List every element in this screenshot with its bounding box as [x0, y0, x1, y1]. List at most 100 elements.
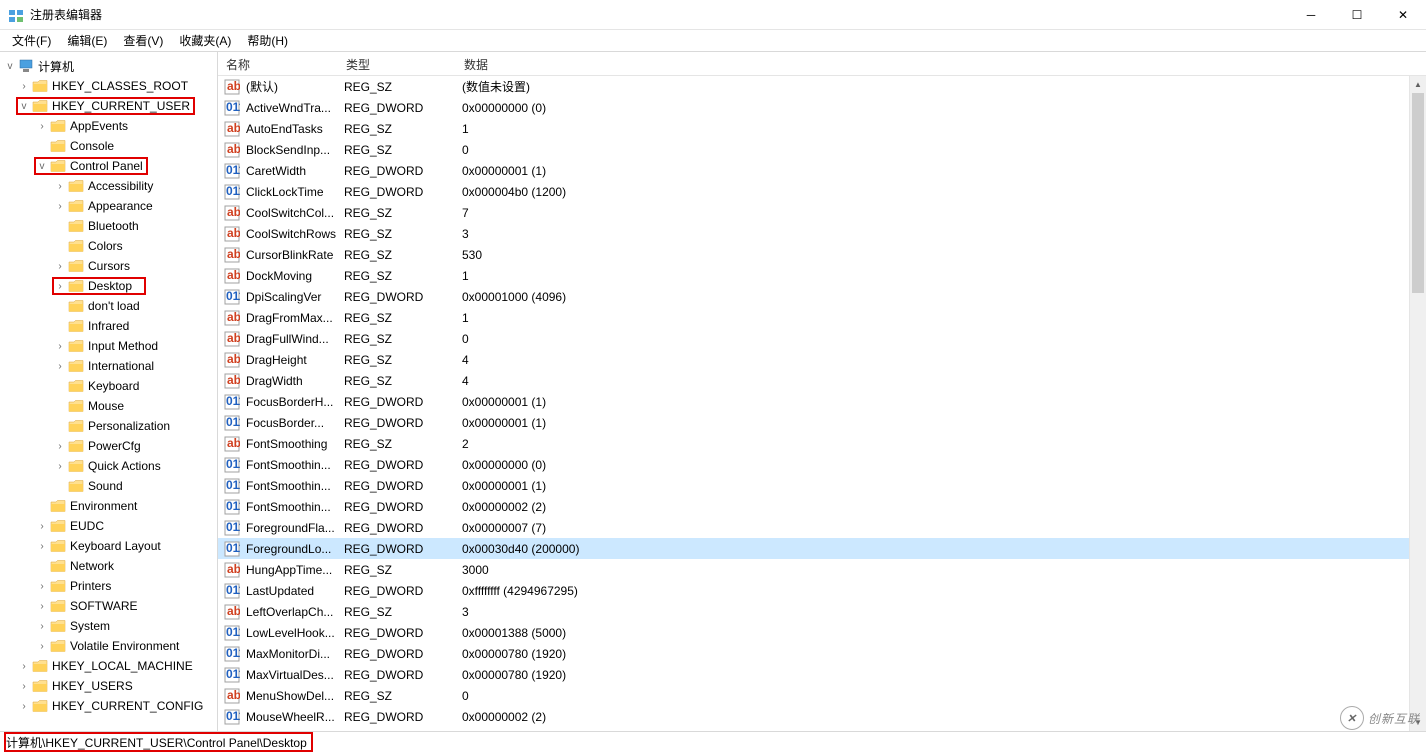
menu-file[interactable]: 文件(F) — [4, 30, 59, 51]
expand-icon[interactable]: › — [54, 281, 66, 292]
list-row[interactable]: MaxVirtualDes...REG_DWORD0x00000780 (192… — [218, 664, 1426, 685]
tree-hkcc[interactable]: HKEY_CURRENT_CONFIG — [52, 699, 203, 713]
list-row[interactable]: ForegroundFla...REG_DWORD0x00000007 (7) — [218, 517, 1426, 538]
list-row[interactable]: FontSmoothin...REG_DWORD0x00000001 (1) — [218, 475, 1426, 496]
tree-sound[interactable]: Sound — [88, 479, 123, 493]
tree-console[interactable]: Console — [70, 139, 114, 153]
tree-control-panel[interactable]: Control Panel — [70, 159, 143, 173]
expand-icon[interactable]: › — [36, 521, 48, 532]
col-header-type[interactable]: 类型 — [338, 52, 456, 75]
tree-hkcr[interactable]: HKEY_CLASSES_ROOT — [52, 79, 188, 93]
list-row[interactable]: CoolSwitchRowsREG_SZ3 — [218, 223, 1426, 244]
tree-hklm[interactable]: HKEY_LOCAL_MACHINE — [52, 659, 193, 673]
list-row[interactable]: LowLevelHook...REG_DWORD0x00001388 (5000… — [218, 622, 1426, 643]
menu-view[interactable]: 查看(V) — [115, 30, 171, 51]
expand-icon[interactable]: › — [18, 701, 30, 712]
expand-icon[interactable]: › — [54, 341, 66, 352]
minimize-button[interactable]: ─ — [1288, 0, 1334, 29]
list-row[interactable]: DockMovingREG_SZ1 — [218, 265, 1426, 286]
expand-icon[interactable]: v — [36, 161, 48, 172]
menu-favorites[interactable]: 收藏夹(A) — [171, 30, 239, 51]
list-row[interactable]: FontSmoothin...REG_DWORD0x00000000 (0) — [218, 454, 1426, 475]
tree-hku[interactable]: HKEY_USERS — [52, 679, 133, 693]
tree-keyboardlayout[interactable]: Keyboard Layout — [70, 539, 161, 553]
list-row[interactable]: DragWidthREG_SZ4 — [218, 370, 1426, 391]
col-header-data[interactable]: 数据 — [456, 52, 1426, 75]
expand-icon[interactable]: › — [54, 441, 66, 452]
list-row[interactable]: HungAppTime...REG_SZ3000 — [218, 559, 1426, 580]
tree-eudc[interactable]: EUDC — [70, 519, 104, 533]
list-row[interactable]: ForegroundLo...REG_DWORD0x00030d40 (2000… — [218, 538, 1426, 559]
tree-inputmethod[interactable]: Input Method — [88, 339, 158, 353]
tree-appearance[interactable]: Appearance — [88, 199, 153, 213]
scroll-thumb[interactable] — [1412, 93, 1424, 293]
expand-icon[interactable]: v — [4, 61, 16, 72]
tree-bluetooth[interactable]: Bluetooth — [88, 219, 139, 233]
list-row[interactable]: (默认)REG_SZ(数值未设置) — [218, 76, 1426, 97]
list-row[interactable]: DpiScalingVerREG_DWORD0x00001000 (4096) — [218, 286, 1426, 307]
tree-software[interactable]: SOFTWARE — [70, 599, 138, 613]
list-row[interactable]: FontSmoothingREG_SZ2 — [218, 433, 1426, 454]
list-row[interactable]: LeftOverlapCh...REG_SZ3 — [218, 601, 1426, 622]
list-row[interactable]: FocusBorderH...REG_DWORD0x00000001 (1) — [218, 391, 1426, 412]
list-row[interactable]: MouseWheelR...REG_DWORD0x00000002 (2) — [218, 706, 1426, 727]
expand-icon[interactable]: › — [18, 81, 30, 92]
tree-desktop[interactable]: Desktop — [88, 279, 132, 293]
expand-icon[interactable]: › — [54, 361, 66, 372]
expand-icon[interactable]: › — [36, 581, 48, 592]
tree-system[interactable]: System — [70, 619, 110, 633]
expand-icon[interactable]: › — [54, 201, 66, 212]
maximize-button[interactable]: ☐ — [1334, 0, 1380, 29]
scrollbar[interactable]: ▲ ▼ — [1409, 76, 1426, 731]
col-header-name[interactable]: 名称 — [218, 52, 338, 75]
tree-network[interactable]: Network — [70, 559, 114, 573]
expand-icon[interactable]: › — [36, 121, 48, 132]
list-row[interactable]: BlockSendInp...REG_SZ0 — [218, 139, 1426, 160]
tree-environment[interactable]: Environment — [70, 499, 137, 513]
close-button[interactable]: ✕ — [1380, 0, 1426, 29]
expand-icon[interactable]: v — [18, 101, 30, 112]
tree-international[interactable]: International — [88, 359, 154, 373]
expand-icon[interactable]: › — [36, 601, 48, 612]
list-row[interactable]: FontSmoothin...REG_DWORD0x00000002 (2) — [218, 496, 1426, 517]
list-row[interactable]: MaxMonitorDi...REG_DWORD0x00000780 (1920… — [218, 643, 1426, 664]
expand-icon[interactable]: › — [18, 681, 30, 692]
tree-quickactions[interactable]: Quick Actions — [88, 459, 161, 473]
scroll-up-icon[interactable]: ▲ — [1410, 76, 1426, 93]
tree-printers[interactable]: Printers — [70, 579, 111, 593]
tree-cursors[interactable]: Cursors — [88, 259, 130, 273]
menu-help[interactable]: 帮助(H) — [239, 30, 296, 51]
expand-icon[interactable]: › — [36, 641, 48, 652]
list-row[interactable]: FocusBorder...REG_DWORD0x00000001 (1) — [218, 412, 1426, 433]
expand-icon[interactable]: › — [36, 541, 48, 552]
tree-volatileenv[interactable]: Volatile Environment — [70, 639, 179, 653]
tree-mouse[interactable]: Mouse — [88, 399, 124, 413]
list-row[interactable]: DragHeightREG_SZ4 — [218, 349, 1426, 370]
tree-accessibility[interactable]: Accessibility — [88, 179, 153, 193]
list-row[interactable]: DragFromMax...REG_SZ1 — [218, 307, 1426, 328]
tree-root[interactable]: 计算机 — [38, 58, 74, 75]
list-row[interactable]: LastUpdatedREG_DWORD0xffffffff (42949672… — [218, 580, 1426, 601]
tree-colors[interactable]: Colors — [88, 239, 123, 253]
menu-edit[interactable]: 编辑(E) — [59, 30, 115, 51]
tree-infrared[interactable]: Infrared — [88, 319, 129, 333]
tree-hkcu[interactable]: HKEY_CURRENT_USER — [52, 99, 190, 113]
list-row[interactable]: ClickLockTimeREG_DWORD0x000004b0 (1200) — [218, 181, 1426, 202]
tree-personalization[interactable]: Personalization — [88, 419, 170, 433]
expand-icon[interactable]: › — [36, 621, 48, 632]
list-row[interactable]: CoolSwitchCol...REG_SZ7 — [218, 202, 1426, 223]
tree-keyboard[interactable]: Keyboard — [88, 379, 139, 393]
list-row[interactable]: CaretWidthREG_DWORD0x00000001 (1) — [218, 160, 1426, 181]
tree-dontload[interactable]: don't load — [88, 299, 140, 313]
list-row[interactable]: ActiveWndTra...REG_DWORD0x00000000 (0) — [218, 97, 1426, 118]
expand-icon[interactable]: › — [18, 661, 30, 672]
expand-icon[interactable]: › — [54, 461, 66, 472]
expand-icon[interactable]: › — [54, 261, 66, 272]
tree-appevents[interactable]: AppEvents — [70, 119, 128, 133]
list-row[interactable]: MenuShowDel...REG_SZ0 — [218, 685, 1426, 706]
list-row[interactable]: AutoEndTasksREG_SZ1 — [218, 118, 1426, 139]
tree-pane[interactable]: v 计算机 › HKEY_CLASSES_ROOT v HKEY_CURRENT… — [0, 52, 218, 731]
list-body[interactable]: (默认)REG_SZ(数值未设置)ActiveWndTra...REG_DWOR… — [218, 76, 1426, 731]
expand-icon[interactable]: › — [54, 181, 66, 192]
tree-powercfg[interactable]: PowerCfg — [88, 439, 141, 453]
